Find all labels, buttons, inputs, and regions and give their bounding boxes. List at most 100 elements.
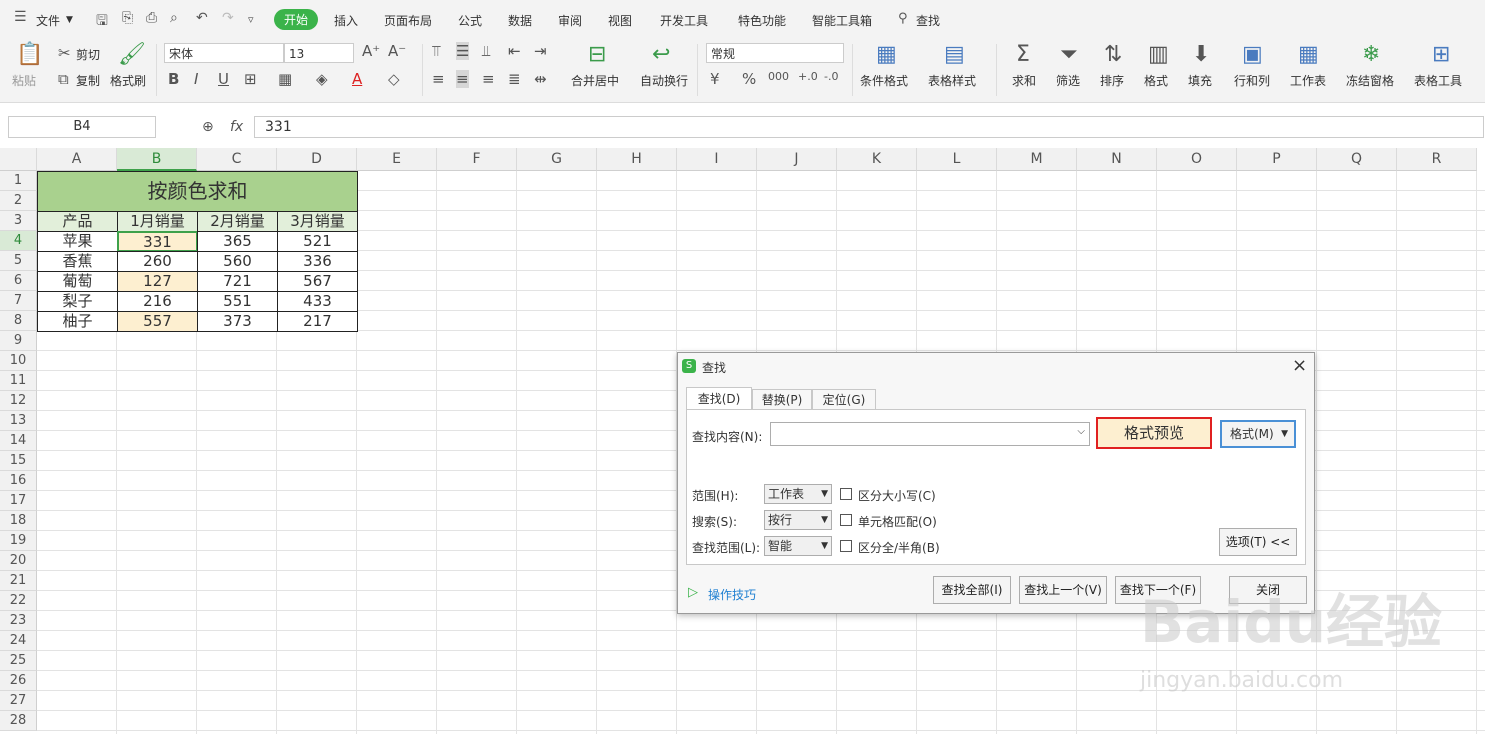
search-select[interactable]: 按行 ▼ (764, 510, 832, 530)
sum-icon[interactable]: Σ (1016, 42, 1030, 67)
tab-formulas[interactable]: 公式 (458, 12, 482, 29)
row-col-button[interactable]: 行和列 (1234, 72, 1270, 89)
find-prev-button[interactable]: 查找上一个(V) (1019, 576, 1107, 604)
lookin-select[interactable]: 智能 ▼ (764, 536, 832, 556)
tab-data[interactable]: 数据 (508, 12, 532, 29)
name-box[interactable]: B4 (8, 116, 156, 138)
fill-icon[interactable]: ⬇ (1192, 42, 1210, 67)
tab-developer[interactable]: 开发工具 (660, 12, 708, 29)
wrap-text-icon[interactable]: ↩ (652, 42, 670, 67)
border-icon[interactable]: ⊞ (244, 70, 257, 88)
sales-cell[interactable]: 216 (117, 291, 198, 312)
row-header[interactable]: 15 (0, 451, 37, 471)
align-middle-icon[interactable]: ☰ (456, 42, 470, 60)
row-header[interactable]: 4 (0, 231, 37, 251)
row-header[interactable]: 13 (0, 411, 37, 431)
tab-home[interactable]: 开始 (274, 9, 319, 30)
print-icon[interactable]: ⎙ (146, 10, 157, 26)
fill-color-icon[interactable]: ◈ (316, 70, 328, 88)
sales-cell[interactable]: 373 (197, 311, 278, 332)
percent-icon[interactable]: % (742, 70, 756, 88)
column-header[interactable]: D (277, 148, 357, 171)
decrease-font-icon[interactable]: A⁻ (388, 42, 406, 60)
scope-select[interactable]: 工作表 ▼ (764, 484, 832, 504)
font-color-icon[interactable]: A (352, 70, 362, 88)
merge-center-icon[interactable]: ⊟ (588, 42, 606, 67)
play-icon[interactable]: ▷ (688, 585, 698, 600)
row-header[interactable]: 17 (0, 491, 37, 511)
row-header[interactable]: 26 (0, 671, 37, 691)
sales-cell[interactable]: 560 (197, 251, 278, 272)
row-header[interactable]: 8 (0, 311, 37, 331)
search-menu[interactable]: 查找 (916, 12, 940, 29)
column-header[interactable]: C (197, 148, 277, 171)
format-button[interactable]: 格式(M) ▼ (1220, 420, 1296, 448)
format-menu-button[interactable]: 格式 (1144, 72, 1168, 89)
cell-style-icon[interactable]: ▦ (278, 70, 292, 88)
sales-cell[interactable]: 217 (277, 311, 358, 332)
increase-font-icon[interactable]: A⁺ (362, 42, 380, 60)
font-name-select[interactable]: 宋体 (164, 43, 284, 63)
justify-icon[interactable]: ≣ (508, 70, 521, 88)
undo-icon[interactable]: ↶ (196, 10, 208, 26)
column-header[interactable]: H (597, 148, 677, 171)
merge-center-button[interactable]: 合并居中 (571, 72, 619, 89)
cut-button[interactable]: 剪切 (76, 46, 100, 63)
tab-review[interactable]: 审阅 (558, 12, 582, 29)
sales-cell[interactable]: 521 (277, 231, 358, 252)
tab-special[interactable]: 特色功能 (738, 12, 786, 29)
table-title[interactable]: 按颜色求和 (37, 171, 358, 212)
italic-icon[interactable]: I (194, 70, 198, 88)
row-header[interactable]: 23 (0, 611, 37, 631)
bold-icon[interactable]: B (168, 70, 179, 88)
copy-icon[interactable]: ⧉ (58, 70, 69, 88)
column-header[interactable]: E (357, 148, 437, 171)
row-header[interactable]: 6 (0, 271, 37, 291)
save-icon[interactable]: 🖫 (96, 10, 108, 34)
row-header[interactable]: 28 (0, 711, 37, 731)
options-button[interactable]: 选项(T) << (1219, 528, 1297, 556)
column-header[interactable]: O (1157, 148, 1237, 171)
table-style-icon[interactable]: ▤ (944, 42, 965, 67)
column-header[interactable]: A (37, 148, 117, 171)
fill-button[interactable]: 填充 (1188, 72, 1212, 89)
indent-icon[interactable]: ⇥ (534, 42, 547, 60)
file-menu[interactable]: 文件 (36, 12, 60, 29)
freeze-icon[interactable]: ❄ (1362, 42, 1380, 67)
wrap-text-button[interactable]: 自动换行 (640, 72, 688, 89)
redo-icon[interactable]: ↷ (222, 10, 234, 26)
font-size-select[interactable]: 13 (284, 43, 354, 63)
currency-icon[interactable]: ¥ (710, 70, 720, 88)
product-cell[interactable]: 苹果 (37, 231, 118, 252)
table-header[interactable]: 产品 (37, 211, 118, 232)
row-header[interactable]: 22 (0, 591, 37, 611)
column-header[interactable]: R (1397, 148, 1477, 171)
column-header[interactable]: J (757, 148, 837, 171)
align-center-icon[interactable]: ≡ (456, 70, 469, 88)
hamburger-icon[interactable]: ☰ (14, 9, 27, 25)
row-header[interactable]: 10 (0, 351, 37, 371)
column-header[interactable]: I (677, 148, 757, 171)
decrease-decimal-icon[interactable]: -.0 (824, 70, 838, 83)
table-style-button[interactable]: 表格样式 (928, 72, 976, 89)
row-header[interactable]: 27 (0, 691, 37, 711)
product-cell[interactable]: 柚子 (37, 311, 118, 332)
select-all-corner[interactable] (0, 148, 37, 171)
tab-find[interactable]: 查找(D) (686, 387, 752, 410)
row-header[interactable]: 7 (0, 291, 37, 311)
match-width-checkbox[interactable] (840, 540, 852, 552)
sales-cell[interactable]: 551 (197, 291, 278, 312)
chevron-down-icon[interactable]: ⌵ (1077, 426, 1085, 437)
cond-format-icon[interactable]: ▦ (876, 42, 897, 67)
filter-button[interactable]: 筛选 (1056, 72, 1080, 89)
sum-button[interactable]: 求和 (1012, 72, 1036, 89)
customize-icon[interactable]: ▿ (248, 13, 254, 26)
column-header[interactable]: L (917, 148, 997, 171)
distributed-icon[interactable]: ⇹ (534, 70, 547, 88)
sales-cell[interactable]: 567 (277, 271, 358, 292)
tips-link[interactable]: 操作技巧 (708, 586, 756, 603)
row-header[interactable]: 12 (0, 391, 37, 411)
product-cell[interactable]: 香蕉 (37, 251, 118, 272)
find-all-button[interactable]: 查找全部(I) (933, 576, 1011, 604)
column-header[interactable]: M (997, 148, 1077, 171)
